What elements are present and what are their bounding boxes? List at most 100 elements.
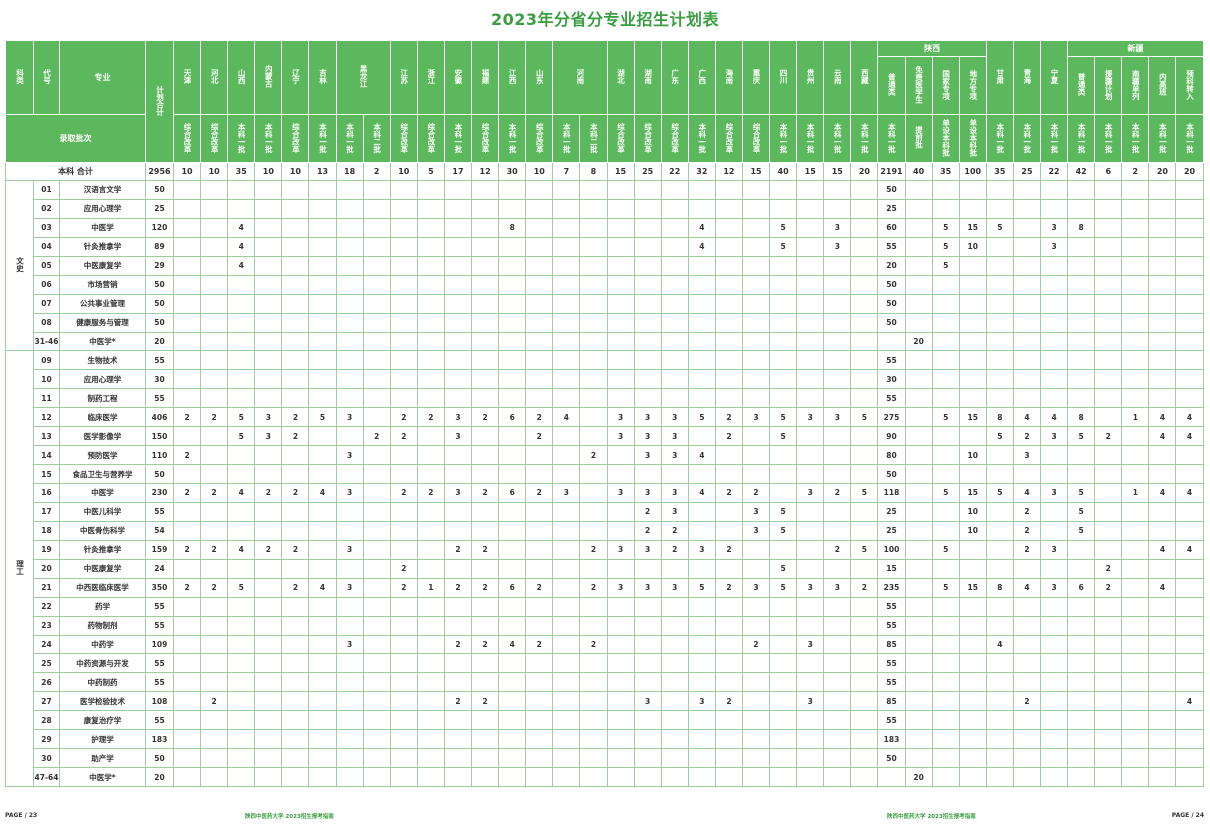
header-batch-text: 本科一批 <box>1049 122 1059 153</box>
table-row: 23 药物制剂 55 55 <box>6 615 1204 636</box>
plan-cell <box>308 388 337 409</box>
header-province-23: 贵州 <box>796 40 825 115</box>
plan-cell <box>362 615 391 636</box>
plan-cell <box>362 445 391 466</box>
plan-cell <box>796 710 825 731</box>
plan-cell <box>1121 464 1150 484</box>
plan-cell <box>281 520 310 541</box>
plan-cell: 4 <box>227 255 256 276</box>
plan-cell <box>606 748 635 769</box>
plan-cell <box>362 369 391 390</box>
plan-cell <box>1121 445 1150 466</box>
plan-cell <box>958 331 987 352</box>
plan-cell: 2 <box>172 407 202 428</box>
plan-cell <box>172 312 202 333</box>
plan-cell <box>687 748 716 769</box>
major-plan-total: 159 <box>145 539 174 560</box>
major-code: 08 <box>33 312 60 333</box>
plan-cell <box>552 767 581 787</box>
plan-cell <box>389 350 418 371</box>
header-province-label: 青海 <box>1022 69 1032 84</box>
plan-cell <box>931 426 960 447</box>
plan-cell <box>389 331 418 352</box>
plan-cell <box>498 501 527 522</box>
plan-cell: 2 <box>200 539 229 560</box>
plan-cell <box>281 501 310 522</box>
plan-cell <box>1148 615 1177 636</box>
plan-cell: 3 <box>660 426 689 447</box>
header-plan-total: 计划合计 <box>145 40 174 163</box>
plan-cell <box>823 672 852 693</box>
plan-cell <box>1067 653 1096 674</box>
plan-cell <box>335 615 364 636</box>
plan-cell: 2 <box>172 483 202 503</box>
table-row: 14 预防医学 110 2 3 2 3 3 4 80 10 3 <box>6 445 1204 466</box>
totals-cell: 10 <box>525 162 554 181</box>
plan-cell <box>1094 407 1123 428</box>
plan-cell <box>1094 729 1123 750</box>
plan-cell: 5 <box>769 217 798 238</box>
plan-cell: 3 <box>796 407 825 428</box>
header-subcol-35: 南疆单列 <box>1121 56 1150 115</box>
plan-cell <box>660 653 689 674</box>
plan-cell <box>1148 691 1177 712</box>
plan-cell <box>254 274 283 295</box>
plan-cell <box>606 445 635 466</box>
plan-cell <box>1094 445 1123 466</box>
plan-cell <box>985 464 1014 484</box>
plan-cell <box>958 691 987 712</box>
plan-cell <box>796 217 825 238</box>
plan-cell <box>1121 729 1150 750</box>
plan-cell: 15 <box>958 217 987 238</box>
plan-cell <box>850 217 879 238</box>
plan-cell: 2 <box>389 407 418 428</box>
plan-cell <box>606 558 635 579</box>
header-batch-11: 综合改革 <box>471 114 500 163</box>
plan-cell <box>660 729 689 750</box>
plan-cell <box>931 312 960 333</box>
totals-cell: 35 <box>931 162 960 181</box>
totals-cell: 2 <box>1121 162 1150 181</box>
plan-cell <box>741 464 771 484</box>
plan-cell <box>362 691 391 712</box>
plan-cell: 2 <box>1012 691 1042 712</box>
plan-cell: 3 <box>741 577 771 598</box>
major-name: 应用心理学 <box>59 369 146 390</box>
plan-cell <box>1121 748 1150 769</box>
plan-cell: 2 <box>1094 558 1123 579</box>
plan-cell <box>823 293 852 314</box>
plan-cell <box>1012 217 1042 238</box>
plan-cell <box>1094 274 1123 295</box>
plan-cell: 2 <box>281 426 310 447</box>
major-plan-total: 55 <box>145 350 174 371</box>
major-plan-total: 50 <box>145 464 174 484</box>
plan-cell: 10 <box>958 501 987 522</box>
plan-cell <box>796 464 825 484</box>
plan-cell: 8 <box>985 407 1014 428</box>
plan-cell <box>552 255 581 276</box>
plan-cell <box>1067 331 1096 352</box>
header-subcol-34: 援疆计划 <box>1094 56 1123 115</box>
plan-cell <box>1094 615 1123 636</box>
plan-cell <box>172 615 202 636</box>
plan-cell <box>985 501 1014 522</box>
brand-logo-right: 陕西中医药大学 2023招生报考指南 <box>887 814 976 820</box>
plan-cell <box>443 350 473 371</box>
plan-cell: 3 <box>633 539 662 560</box>
header-batch-text: 本科一批 <box>697 122 707 153</box>
header-group-shaanxi: 陕西 <box>877 40 987 57</box>
plan-cell <box>362 558 391 579</box>
major-code: 13 <box>33 426 60 447</box>
plan-cell <box>525 236 554 257</box>
plan-cell <box>741 180 771 200</box>
plan-cell <box>1039 464 1069 484</box>
plan-cell <box>769 274 798 295</box>
plan-cell <box>443 180 473 200</box>
plan-cell <box>281 180 310 200</box>
plan-cell <box>1175 312 1204 333</box>
major-name: 中医康复学 <box>59 558 146 579</box>
plan-cell <box>1094 596 1123 617</box>
totals-cell: 35 <box>985 162 1014 181</box>
header-batch-8: 综合改革 <box>389 114 418 163</box>
plan-cell <box>660 331 689 352</box>
